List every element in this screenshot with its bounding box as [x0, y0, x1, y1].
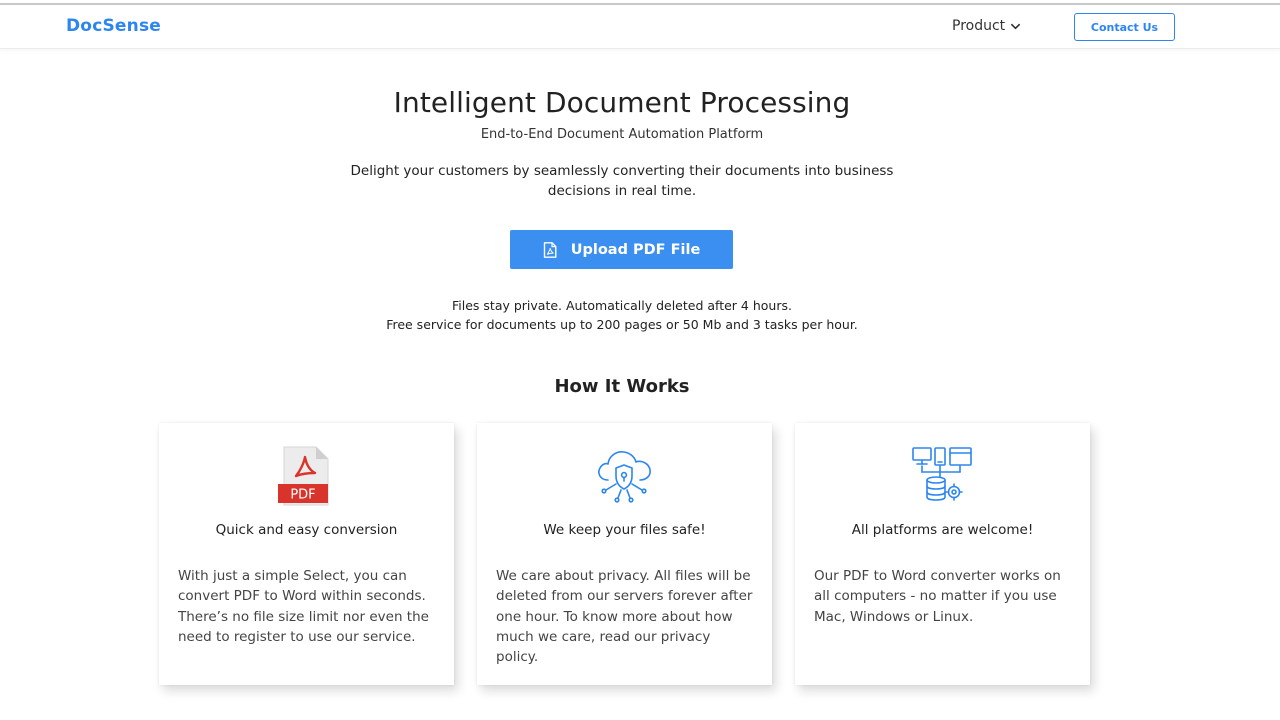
limits-note: Free service for documents up to 200 pag…: [386, 317, 858, 332]
feature-card-conversion: PDF Quick and easy conversion With just …: [159, 423, 454, 685]
chevron-down-icon: [1011, 23, 1021, 29]
feature-card-text: With just a simple Select, you can conve…: [178, 568, 429, 645]
feature-card-title: Quick and easy conversion: [215, 522, 398, 538]
privacy-note: Files stay private. Automatically delete…: [452, 298, 792, 313]
pdf-file-icon: [543, 241, 557, 258]
contact-us-button[interactable]: Contact Us: [1074, 13, 1175, 41]
navbar: DocSense Product Contact Us: [0, 5, 1280, 49]
feature-card-text: We care about privacy. All files will be…: [496, 568, 753, 666]
cloud-shield-icon: [598, 451, 651, 503]
how-it-works-title: How It Works: [554, 376, 690, 397]
feature-card-text: Our PDF to Word converter works on all c…: [814, 568, 1061, 625]
page-subtitle: End-to-End Document Automation Platform: [480, 127, 764, 142]
product-menu[interactable]: Product: [952, 18, 1021, 34]
page-title: Intelligent Document Processing: [393, 86, 851, 119]
pdf-badge-text: PDF: [290, 488, 315, 503]
pdf-file-icon: PDF: [278, 446, 329, 506]
feature-card-security: We keep your files safe! We care about p…: [477, 423, 772, 685]
hero-description: Delight your customers by seamlessly con…: [350, 163, 894, 199]
product-menu-label: Product: [952, 18, 1006, 34]
platforms-icon: [912, 447, 972, 501]
feature-card-title: All platforms are welcome!: [851, 522, 1034, 538]
feature-card-title: We keep your files safe!: [543, 522, 706, 538]
upload-button-label: Upload PDF File: [570, 241, 701, 258]
brand-logo[interactable]: DocSense: [66, 16, 161, 36]
feature-card-platforms: All platforms are welcome! Our PDF to Wo…: [795, 423, 1090, 685]
upload-pdf-button[interactable]: Upload PDF File: [510, 230, 733, 269]
